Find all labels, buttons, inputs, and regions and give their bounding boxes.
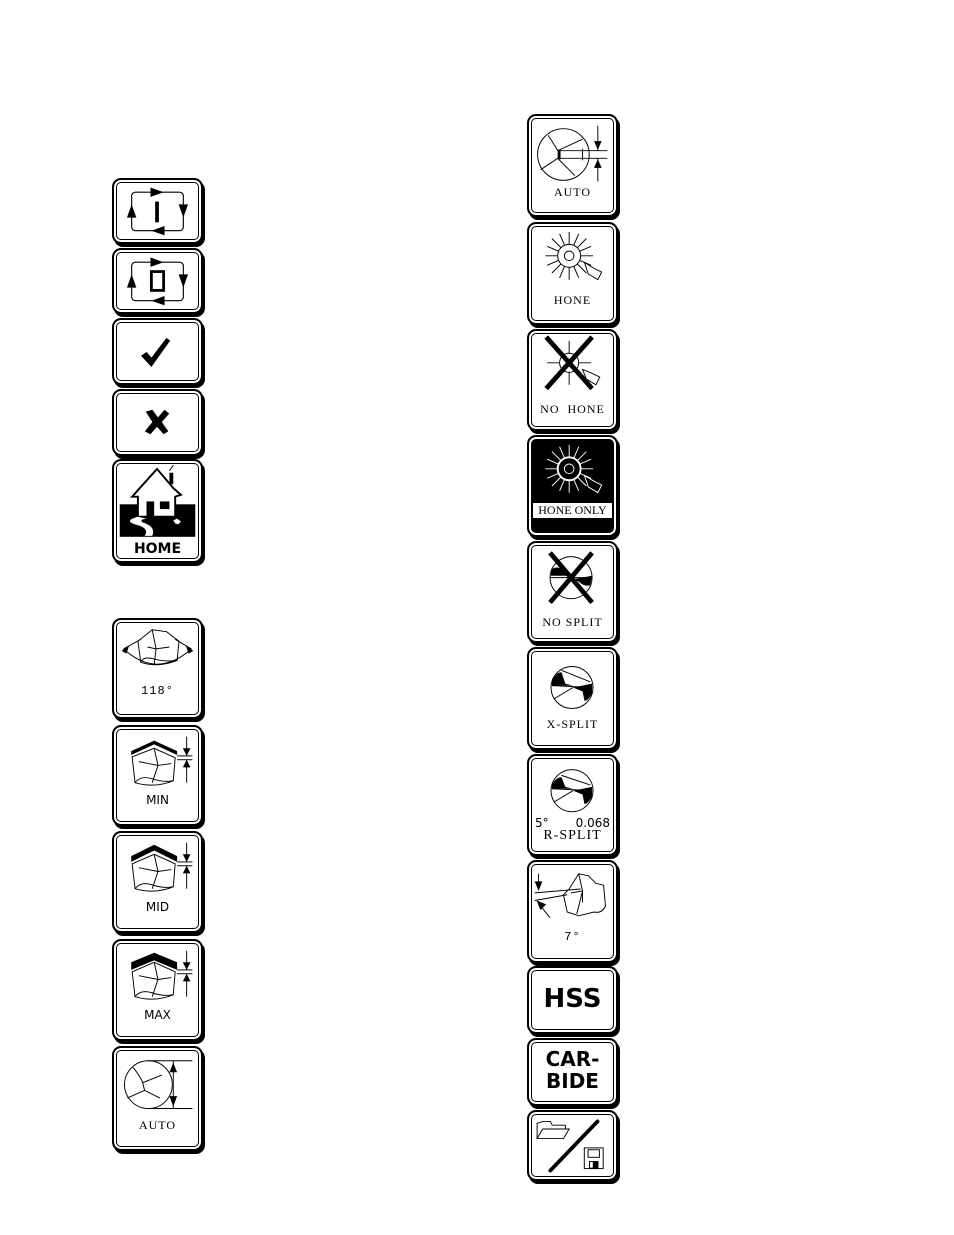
relief-angle-icon [534, 873, 606, 919]
no-split-label: NO SPLIT [542, 615, 603, 629]
no-hone-label: NO HONE [540, 402, 605, 416]
checkmark-icon [141, 337, 171, 368]
drill-grind-mid-icon [131, 842, 193, 892]
cycle-arrows-icon [126, 257, 189, 306]
carbide-label-line1: CAR- [545, 1047, 600, 1071]
carbide-label-line2: BIDE [546, 1069, 599, 1093]
no-split-button[interactable]: NO SPLIT [527, 541, 618, 643]
grind-mid-label: MID [145, 900, 170, 914]
hone-only-button[interactable]: HONE ONLY [527, 435, 618, 537]
relief-angle-label: 7° [564, 930, 581, 944]
r-split-button[interactable]: 5° 0.068 R-SPLIT [527, 754, 618, 856]
cycle-arrows-icon [126, 187, 189, 236]
x-split-icon [550, 665, 594, 710]
diameter-auto-button[interactable]: AUTO [112, 1046, 203, 1151]
carbide-button[interactable]: CAR- BIDE [527, 1038, 618, 1106]
home-label: HOME [133, 541, 182, 557]
web-auto-button[interactable]: AUTO [527, 114, 618, 217]
grind-max-button[interactable]: MAX [112, 939, 203, 1041]
drill-grind-min-icon [131, 736, 193, 786]
x-cross-icon [144, 409, 170, 435]
hone-label: HONE [553, 293, 592, 307]
point-angle-label: 118° [141, 684, 174, 698]
r-split-label: R-SPLIT [543, 828, 602, 843]
cancel-button[interactable] [112, 389, 203, 456]
grind-min-button[interactable]: MIN [112, 725, 203, 826]
web-auto-label: AUTO [553, 185, 592, 199]
grind-max-label: MAX [144, 1008, 171, 1022]
hss-label: HSS [543, 984, 602, 1014]
cycle-in-button[interactable] [112, 178, 203, 244]
drill-grind-max-icon [131, 950, 193, 1000]
hone-only-icon [545, 444, 603, 494]
web-thickness-auto-icon [537, 125, 608, 182]
hone-wheel-icon [545, 231, 603, 281]
hone-button[interactable]: HONE [527, 222, 618, 325]
no-hone-button[interactable]: NO HONE [527, 329, 618, 431]
drill-diameter-auto-icon [124, 1060, 193, 1110]
grind-mid-button[interactable]: MID [112, 831, 203, 933]
x-split-label: X-SPLIT [546, 717, 599, 731]
hone-only-label: HONE ONLY [533, 503, 612, 518]
relief-angle-button[interactable]: 7° [527, 860, 618, 963]
drill-point-angle-icon [121, 629, 194, 666]
home-button[interactable]: HOME [112, 459, 203, 563]
point-angle-button[interactable]: 118° [112, 618, 203, 719]
cycle-out-button[interactable] [112, 248, 203, 314]
confirm-button[interactable] [112, 318, 203, 385]
grind-min-label: MIN [146, 793, 169, 807]
diameter-auto-label: AUTO [138, 1118, 177, 1132]
hss-button[interactable]: HSS [527, 966, 618, 1034]
open-save-button[interactable] [527, 1110, 618, 1181]
x-split-button[interactable]: X-SPLIT [527, 647, 618, 750]
folder-open-save-icon [536, 1119, 604, 1173]
